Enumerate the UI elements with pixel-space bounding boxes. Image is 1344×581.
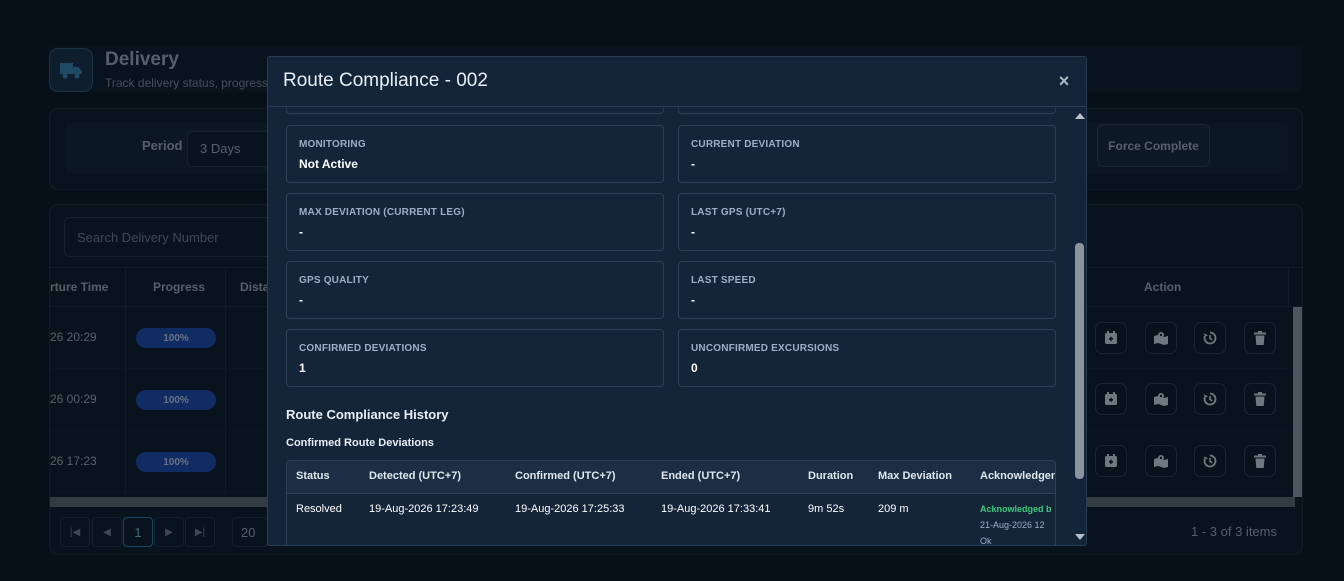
current-deviation-card: CURRENT DEVIATION - [678, 125, 1056, 183]
column-detected: Detected (UTC+7) [369, 470, 461, 482]
modal-body: MONITORING Not Active CURRENT DEVIATION … [268, 108, 1073, 545]
unconfirmed-excursions-card: UNCONFIRMED EXCURSIONS 0 [678, 329, 1056, 387]
route-compliance-modal: Route Compliance - 002 × MONITORING Not … [267, 56, 1087, 546]
acknowledgement-status: Acknowledged b [980, 504, 1052, 514]
acknowledgement-note: Ok [980, 536, 992, 545]
column-status: Status [296, 470, 330, 482]
card-value: - [299, 293, 303, 307]
card-label: MONITORING [299, 139, 366, 150]
card-value: - [691, 157, 695, 171]
confirmed-cell: 19-Aug-2026 17:25:33 [515, 503, 625, 515]
modal-header: Route Compliance - 002 × [268, 57, 1086, 107]
card-value: - [299, 225, 303, 239]
status-cell: Resolved [296, 503, 342, 515]
duration-cell: 9m 52s [808, 503, 845, 515]
card-value: Not Active [299, 157, 358, 171]
gps-quality-card: GPS QUALITY - [286, 261, 664, 319]
deviation-table-header: Status Detected (UTC+7) Confirmed (UTC+7… [287, 461, 1056, 494]
card-label: UNCONFIRMED EXCURSIONS [691, 343, 840, 354]
modal-scrollbar[interactable] [1073, 108, 1086, 545]
monitoring-card: MONITORING Not Active [286, 125, 664, 183]
last-speed-card: LAST SPEED - [678, 261, 1056, 319]
scroll-thumb[interactable] [1075, 243, 1084, 479]
scroll-up-icon[interactable] [1075, 113, 1085, 119]
confirmed-deviations-title: Confirmed Route Deviations [286, 437, 434, 449]
detected-cell: 19-Aug-2026 17:23:49 [369, 503, 479, 515]
card-label: LAST SPEED [691, 275, 756, 286]
column-acknowledgement: Acknowledgen [980, 470, 1056, 482]
column-duration: Duration [808, 470, 854, 482]
card-label: GPS QUALITY [299, 275, 369, 286]
confirmed-deviations-card: CONFIRMED DEVIATIONS 1 [286, 329, 664, 387]
column-ended: Ended (UTC+7) [661, 470, 741, 482]
modal-title: Route Compliance - 002 [283, 70, 488, 91]
ended-cell: 19-Aug-2026 17:33:41 [661, 503, 771, 515]
info-card [286, 108, 664, 114]
scroll-down-icon[interactable] [1075, 534, 1085, 540]
max-deviation-card: MAX DEVIATION (CURRENT LEG) - [286, 193, 664, 251]
card-value: - [691, 293, 695, 307]
column-confirmed: Confirmed (UTC+7) [515, 470, 616, 482]
info-card [678, 108, 1056, 114]
history-title: Route Compliance History [286, 407, 449, 422]
card-value: - [691, 225, 695, 239]
last-gps-card: LAST GPS (UTC+7) - [678, 193, 1056, 251]
card-value: 1 [299, 361, 306, 375]
deviation-table: Status Detected (UTC+7) Confirmed (UTC+7… [286, 460, 1056, 545]
card-label: CURRENT DEVIATION [691, 139, 800, 150]
card-label: MAX DEVIATION (CURRENT LEG) [299, 207, 465, 218]
card-label: CONFIRMED DEVIATIONS [299, 343, 427, 354]
max-deviation-cell: 209 m [878, 503, 909, 515]
card-label: LAST GPS (UTC+7) [691, 207, 786, 218]
column-max-deviation: Max Deviation [878, 470, 952, 482]
close-icon[interactable]: × [1055, 71, 1073, 91]
card-value: 0 [691, 361, 698, 375]
acknowledgement-date: 21-Aug-2026 12 [980, 520, 1045, 530]
